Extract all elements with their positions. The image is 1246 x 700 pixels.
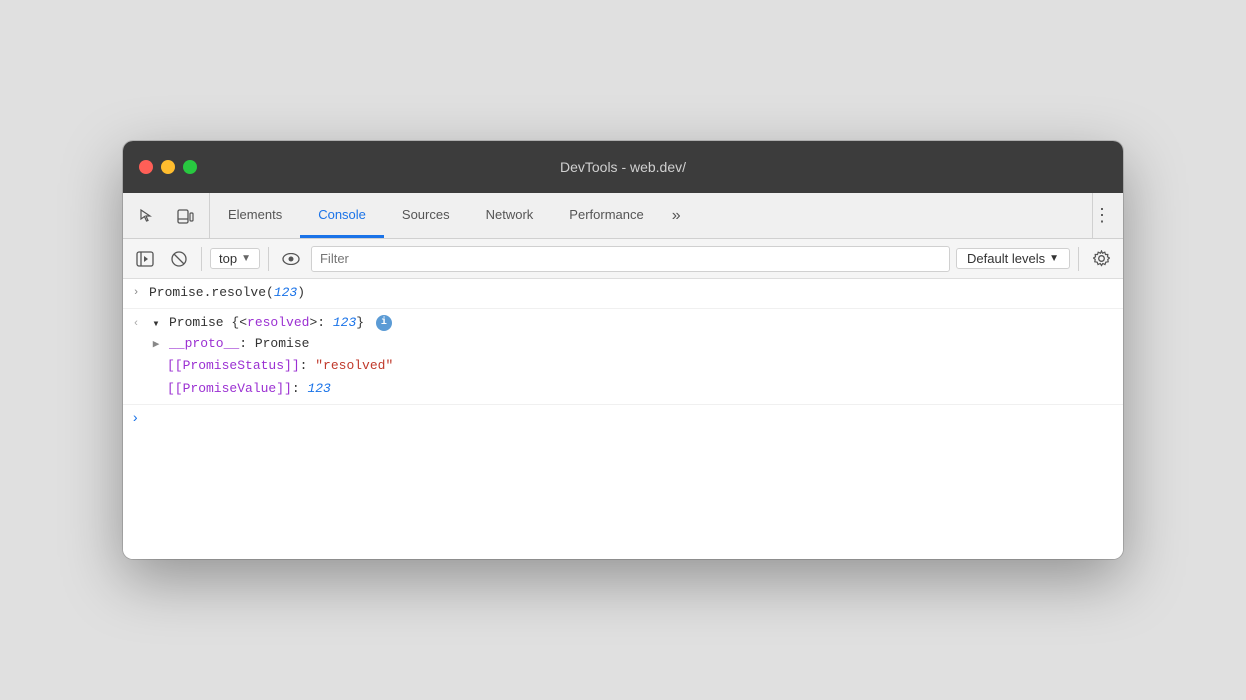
devtools-window: DevTools - web.dev/ Elements Console	[123, 141, 1123, 559]
tab-elements[interactable]: Elements	[210, 193, 300, 238]
console-toolbar: top ▼ Default levels ▼	[123, 239, 1123, 279]
expand-promise-arrow[interactable]: ▾	[147, 313, 165, 334]
tab-console[interactable]: Console	[300, 193, 384, 238]
proto-expand-arrow[interactable]: ▶	[147, 335, 165, 355]
context-selector[interactable]: top ▼	[210, 248, 260, 269]
promise-status-line: [[PromiseStatus]]: "resolved"	[167, 355, 393, 378]
toolbar-divider-3	[1078, 247, 1079, 271]
input-arrow[interactable]: ›	[127, 283, 145, 303]
titlebar: DevTools - web.dev/	[123, 141, 1123, 193]
console-cursor-arrow: ›	[131, 411, 139, 427]
device-toolbar-icon-button[interactable]	[169, 200, 201, 232]
promise-value-line: [[PromiseValue]]: 123	[167, 378, 331, 401]
devtools-menu-button[interactable]: ⋮	[1092, 193, 1123, 238]
tab-network[interactable]: Network	[468, 193, 552, 238]
toolbar-icons	[123, 193, 210, 238]
traffic-lights	[139, 160, 197, 174]
minimize-button[interactable]	[161, 160, 175, 174]
proto-line: ▶ __proto__: Promise	[147, 334, 309, 355]
log-levels-button[interactable]: Default levels ▼	[956, 248, 1070, 269]
tab-bar: Elements Console Sources Network Perform…	[123, 193, 1123, 239]
console-output-promise: ‹ ▾ Promise {<resolved>: 123} i ▶ __prot…	[123, 309, 1123, 406]
tab-performance[interactable]: Performance	[551, 193, 661, 238]
info-badge[interactable]: i	[376, 315, 392, 331]
close-button[interactable]	[139, 160, 153, 174]
window-title: DevTools - web.dev/	[560, 159, 686, 175]
maximize-button[interactable]	[183, 160, 197, 174]
tab-sources[interactable]: Sources	[384, 193, 468, 238]
inspect-icon-button[interactable]	[131, 200, 163, 232]
more-tabs-button[interactable]: »	[662, 193, 691, 238]
console-cursor-line[interactable]: ›	[123, 405, 1123, 433]
toolbar-divider-1	[201, 247, 202, 271]
clear-console-button[interactable]	[165, 245, 193, 273]
toolbar-divider-2	[268, 247, 269, 271]
show-console-sidebar-button[interactable]	[131, 245, 159, 273]
output-back-arrow: ‹	[127, 314, 145, 334]
settings-button[interactable]	[1087, 245, 1115, 273]
eye-icon-button[interactable]	[277, 245, 305, 273]
console-input-text: Promise.resolve(123)	[149, 283, 305, 304]
console-output: › Promise.resolve(123) ‹ ▾ Promise {<res…	[123, 279, 1123, 559]
console-input-line: › Promise.resolve(123)	[123, 279, 1123, 309]
filter-input[interactable]	[311, 246, 950, 272]
